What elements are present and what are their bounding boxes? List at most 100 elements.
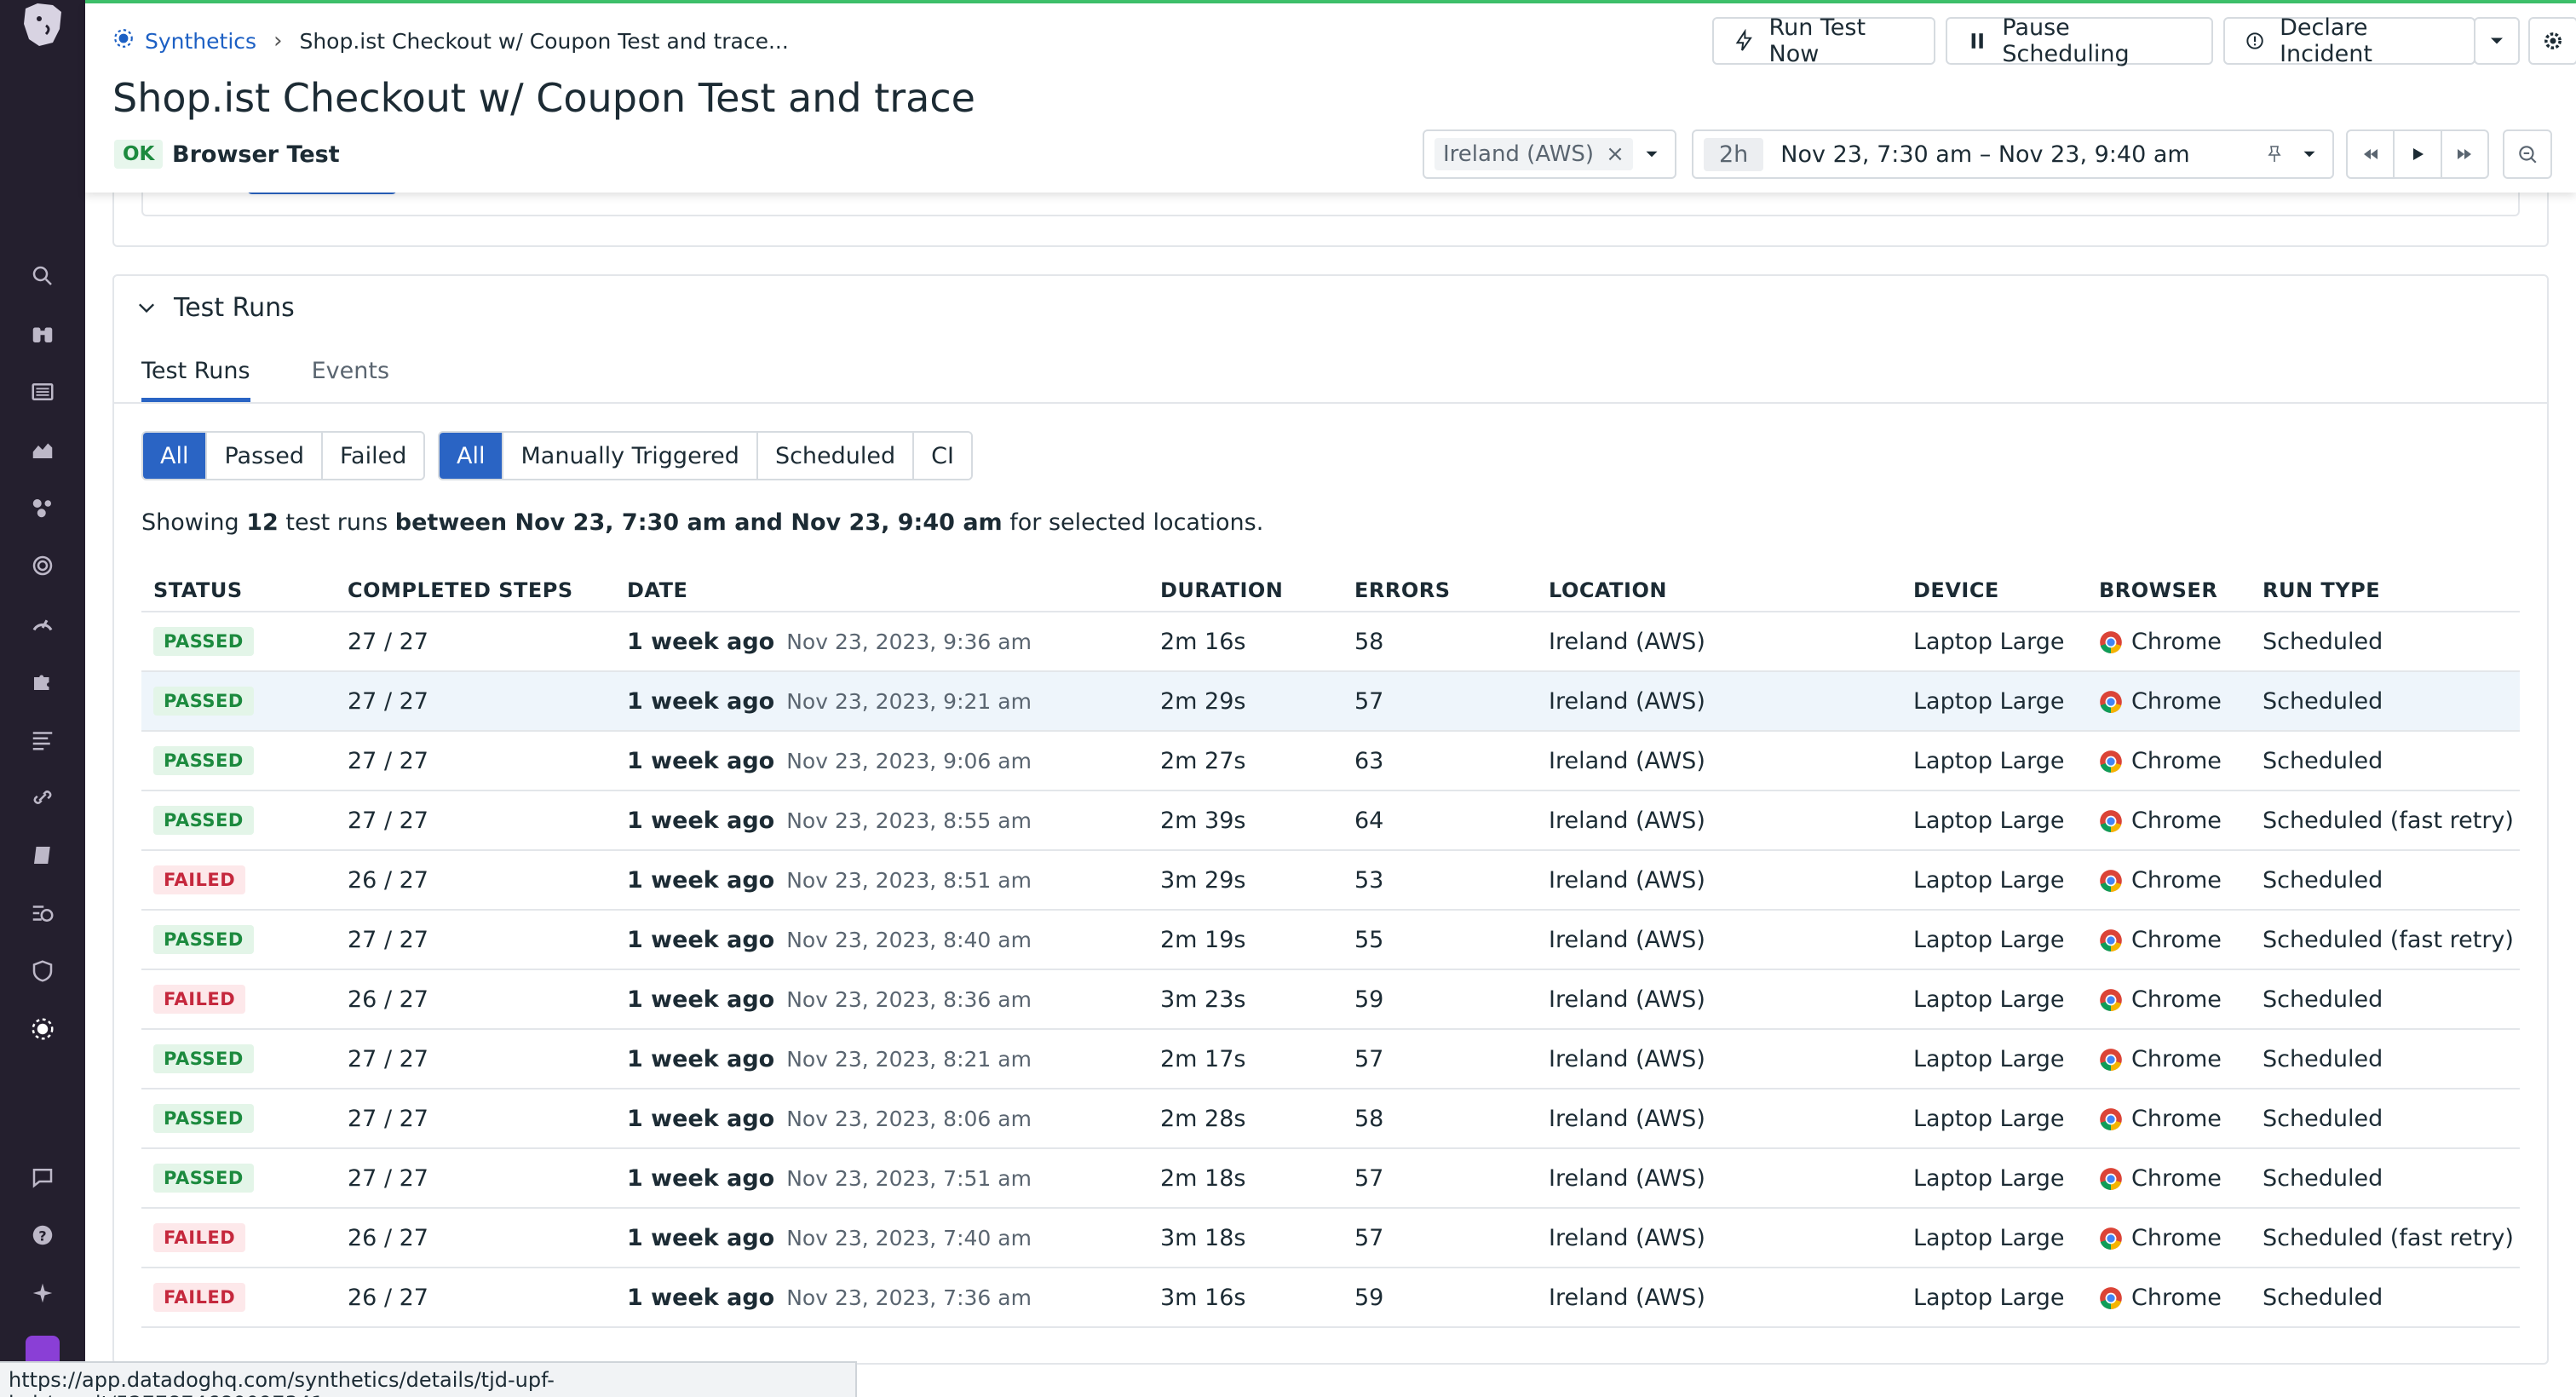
notebook-icon[interactable] <box>26 838 60 872</box>
col-date[interactable]: DATE <box>615 569 1148 612</box>
table-row[interactable]: FAILED 26 / 27 1 week ago Nov 23, 2023, 7:3… <box>141 1268 2520 1328</box>
integrations-icon[interactable] <box>26 491 60 525</box>
cell-status: PASSED <box>141 910 336 970</box>
list-icon[interactable] <box>26 722 60 756</box>
cell-run-type: Scheduled (fast retry) <box>2251 910 2520 970</box>
table-row[interactable]: PASSED 27 / 27 1 week ago Nov 23, 2023, 8:0… <box>141 1089 2520 1149</box>
table-row[interactable]: PASSED 27 / 27 1 week ago Nov 23, 2023, 8:2… <box>141 1029 2520 1089</box>
run-test-now-button[interactable]: Run Test Now <box>1712 14 1935 67</box>
incident-dropdown-button[interactable] <box>2474 17 2520 65</box>
date-absolute: Nov 23, 2023, 8:06 am <box>786 1106 1032 1131</box>
status-badge: FAILED <box>153 1223 246 1252</box>
synthetics-icon[interactable] <box>26 1012 60 1046</box>
link-icon[interactable] <box>26 780 60 814</box>
pause-scheduling-button[interactable]: Pause Scheduling <box>1946 14 2213 67</box>
cell-device: Laptop Large <box>1901 969 2087 1030</box>
table-row[interactable]: FAILED 26 / 27 1 week ago Nov 23, 2023, 8:5… <box>141 850 2520 911</box>
table-row[interactable]: PASSED 27 / 27 1 week ago Nov 23, 2023, 8:4… <box>141 910 2520 970</box>
date-relative: 1 week ago <box>627 1224 775 1251</box>
chat-icon[interactable] <box>26 1160 60 1194</box>
table-row[interactable]: PASSED 27 / 27 1 week ago Nov 23, 2023, 9:3… <box>141 612 2520 672</box>
col-browser[interactable]: BROWSER <box>2087 569 2251 612</box>
col-location[interactable]: LOCATION <box>1537 569 1901 612</box>
date-relative: 1 week ago <box>627 926 775 953</box>
cell-browser: Chrome <box>2087 731 2251 791</box>
status-filter-failed[interactable]: Failed <box>322 433 424 479</box>
status-badge: PASSED <box>153 687 254 716</box>
dashboard-icon[interactable] <box>26 607 60 641</box>
monitor-icon[interactable] <box>26 896 60 930</box>
cell-date: 1 week ago Nov 23, 2023, 7:36 am <box>615 1268 1148 1328</box>
cell-date: 1 week ago Nov 23, 2023, 8:51 am <box>615 850 1148 911</box>
pin-icon[interactable] <box>2264 144 2285 164</box>
help-icon[interactable]: ? <box>26 1218 60 1252</box>
table-row[interactable]: PASSED 27 / 27 1 week ago Nov 23, 2023, 8:5… <box>141 790 2520 851</box>
status-filter-passed[interactable]: Passed <box>207 433 323 479</box>
search-icon[interactable] <box>26 259 60 293</box>
cell-errors: 57 <box>1343 1148 1537 1209</box>
table-row[interactable]: PASSED 27 / 27 1 week ago Nov 23, 2023, 9:2… <box>141 671 2520 732</box>
date-relative: 1 week ago <box>627 1045 775 1072</box>
col-run-type[interactable]: RUN TYPE <box>2251 569 2520 612</box>
zoom-out-button[interactable] <box>2503 129 2552 179</box>
cell-browser: Chrome <box>2087 910 2251 970</box>
time-range-text: Nov 23, 7:30 am – Nov 23, 9:40 am <box>1780 141 2190 168</box>
play-button[interactable] <box>2395 131 2442 177</box>
location-chip-label: Ireland (AWS) <box>1443 141 1595 167</box>
location-filter[interactable]: Ireland (AWS) × <box>1423 129 1676 179</box>
logs-icon[interactable] <box>26 375 60 409</box>
security-icon[interactable] <box>26 954 60 988</box>
table-row[interactable]: PASSED 27 / 27 1 week ago Nov 23, 2023, 9:0… <box>141 731 2520 791</box>
metrics-icon[interactable] <box>26 433 60 467</box>
type-filter-manual[interactable]: Manually Triggered <box>503 433 758 479</box>
chrome-icon <box>2100 691 2122 713</box>
cell-status: PASSED <box>141 1148 336 1209</box>
cell-location: Ireland (AWS) <box>1537 1029 1901 1089</box>
col-duration[interactable]: DURATION <box>1148 569 1343 612</box>
time-range-picker[interactable]: 2h Nov 23, 7:30 am – Nov 23, 9:40 am <box>1692 129 2334 179</box>
tab-test-runs[interactable]: Test Runs <box>141 358 250 402</box>
chrome-icon <box>2100 1168 2122 1190</box>
close-icon[interactable]: × <box>1606 141 1624 167</box>
settings-button[interactable] <box>2528 17 2576 65</box>
status-bar-url: https://app.datadoghq.com/synthetics/det… <box>0 1361 857 1397</box>
col-errors[interactable]: ERRORS <box>1343 569 1537 612</box>
test-runs-section-header[interactable]: Test Runs <box>135 293 295 323</box>
pause-icon <box>1971 33 1983 49</box>
type-filter-all[interactable]: All <box>440 433 504 479</box>
table-row[interactable]: FAILED 26 / 27 1 week ago Nov 23, 2023, 8:3… <box>141 969 2520 1030</box>
table-row[interactable]: PASSED 27 / 27 1 week ago Nov 23, 2023, 7:5… <box>141 1148 2520 1209</box>
breadcrumb-synthetics-link[interactable]: Synthetics <box>145 29 256 54</box>
cell-status: PASSED <box>141 671 336 732</box>
binoculars-icon[interactable] <box>26 317 60 351</box>
cell-duration: 2m 19s <box>1148 910 1343 970</box>
rewind-button[interactable] <box>2348 131 2395 177</box>
declare-incident-button[interactable]: Declare Incident <box>2223 14 2475 67</box>
status-filter-all[interactable]: All <box>143 433 208 479</box>
fast-forward-button[interactable] <box>2442 131 2487 177</box>
test-runs-table: STATUS COMPLETED STEPS DATE DURATION ERR… <box>141 569 2520 1328</box>
cell-device: Laptop Large <box>1901 790 2087 851</box>
col-completed-steps[interactable]: COMPLETED STEPS <box>336 569 615 612</box>
svg-text:?: ? <box>38 1227 46 1244</box>
col-device[interactable]: DEVICE <box>1901 569 2087 612</box>
tab-events[interactable]: Events <box>312 358 389 402</box>
col-status[interactable]: STATUS <box>141 569 336 612</box>
declare-incident-label: Declare Incident <box>2280 14 2372 67</box>
cell-date: 1 week ago Nov 23, 2023, 7:40 am <box>615 1208 1148 1268</box>
sparkle-icon[interactable] <box>26 1276 60 1310</box>
chevron-down-icon <box>2491 37 2503 44</box>
sidebar: ? <box>0 0 85 1397</box>
cell-browser: Chrome <box>2087 1029 2251 1089</box>
puzzle-icon[interactable] <box>26 664 60 698</box>
table-row[interactable]: FAILED 26 / 27 1 week ago Nov 23, 2023, 7:4… <box>141 1208 2520 1268</box>
cell-device: Laptop Large <box>1901 671 2087 732</box>
lightning-icon <box>1735 29 1752 51</box>
cell-steps: 27 / 27 <box>336 910 615 970</box>
datadog-logo[interactable] <box>19 0 66 51</box>
apm-icon[interactable] <box>26 549 60 583</box>
type-filter-scheduled[interactable]: Scheduled <box>757 433 915 479</box>
type-filter-ci[interactable]: CI <box>914 433 971 479</box>
fast-forward-icon <box>2458 149 2472 159</box>
browser-name: Chrome <box>2131 1045 2222 1072</box>
